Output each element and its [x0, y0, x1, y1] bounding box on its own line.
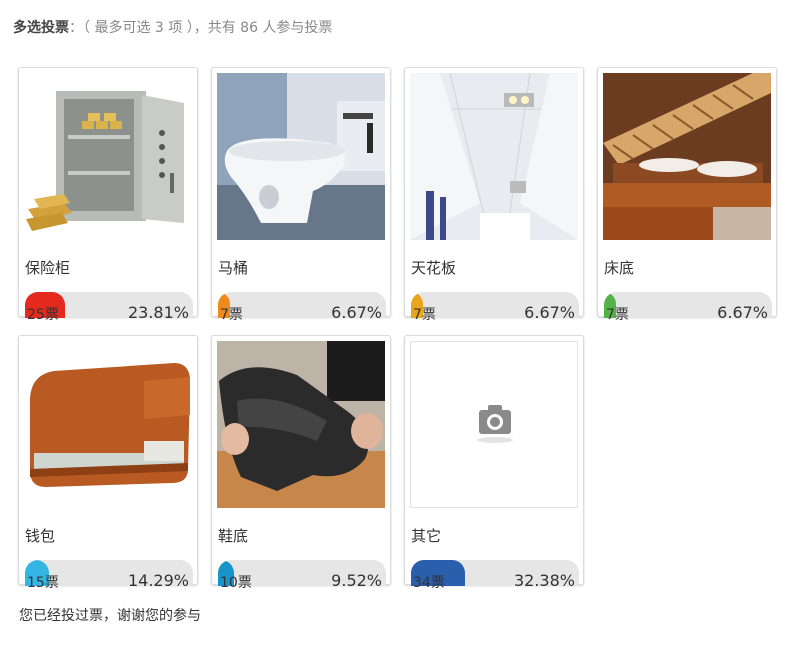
vote-percent: 9.52%: [331, 571, 382, 590]
option-label: 天花板: [411, 259, 457, 277]
vote-percent: 14.29%: [127, 571, 189, 590]
camera-placeholder-icon: [410, 341, 578, 508]
vote-type-title: 多选投票: [13, 20, 69, 36]
vote-count: 7票: [413, 307, 436, 323]
vote-percent: 23.81%: [127, 303, 189, 322]
vote-percent: 6.67%: [524, 303, 575, 322]
option-label: 马桶: [218, 259, 249, 277]
vote-percent: 6.67%: [331, 303, 382, 322]
option-card-shoe[interactable]: 鞋底 10票 9.52%: [211, 335, 391, 591]
option-card-wallet[interactable]: 钱包 15票 14.29%: [18, 335, 198, 591]
vote-count: 7票: [220, 307, 243, 323]
vote-percent: 32.38%: [513, 571, 575, 590]
vote-count: 7票: [606, 307, 629, 323]
option-label: 钱包: [25, 527, 56, 545]
option-card-toilet[interactable]: 马桶 7票 6.67%: [211, 67, 391, 323]
wallet-image: [24, 341, 192, 508]
option-label: 床底: [604, 259, 635, 277]
safe-image: [24, 73, 192, 240]
vote-count: 10票: [220, 575, 252, 591]
bed-image: [603, 73, 771, 240]
vote-count: 34票: [413, 575, 445, 591]
vote-percent: 6.67%: [717, 303, 768, 322]
option-card-other[interactable]: 其它 34票 32.38%: [404, 335, 584, 591]
ceiling-image: [410, 73, 578, 240]
shoe-image: [217, 341, 385, 508]
vote-count: 15票: [27, 575, 59, 591]
vote-rule-text: ：（ 最多可选 3 项 ），共有 86 人参与投票: [69, 20, 333, 36]
option-card-ceiling[interactable]: 天花板 7票 6.67%: [404, 67, 584, 323]
toilet-image: [217, 73, 385, 240]
option-card-safe[interactable]: 保险柜 25票 23.81%: [18, 67, 198, 323]
vote-count: 25票: [27, 307, 59, 323]
option-card-bed[interactable]: 床底 7票 6.67%: [597, 67, 777, 323]
voted-notice: 您已经投过票，谢谢您的参与: [19, 608, 201, 624]
option-label: 保险柜: [25, 259, 71, 277]
vote-header: 多选投票：（ 最多可选 3 项 ），共有 86 人参与投票: [13, 17, 332, 37]
option-label: 其它: [411, 527, 442, 545]
option-label: 鞋底: [218, 527, 249, 545]
